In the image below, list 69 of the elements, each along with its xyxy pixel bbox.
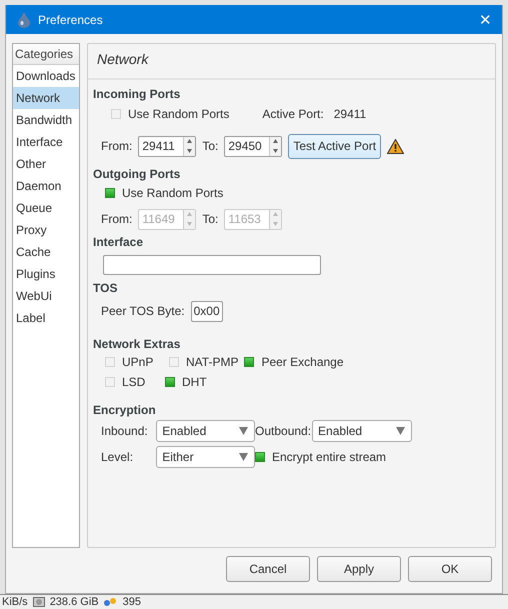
network-icon bbox=[104, 597, 118, 607]
tos-field[interactable]: 0x00 bbox=[190, 300, 223, 322]
dropdown[interactable]: Enabled bbox=[156, 420, 255, 442]
checkbox-label: Encrypt entire stream bbox=[272, 450, 386, 464]
interface-field[interactable] bbox=[103, 255, 321, 275]
spinner-label: To: bbox=[202, 139, 218, 153]
category-item[interactable]: Daemon bbox=[13, 175, 79, 197]
down-arrow-icon[interactable] bbox=[273, 148, 278, 153]
caret-icon bbox=[396, 427, 406, 435]
section-heading: TOS bbox=[93, 280, 118, 296]
checkbox-label: DHT bbox=[182, 375, 207, 389]
active-port-value: 29411 bbox=[334, 107, 366, 121]
dropdown[interactable]: Enabled bbox=[312, 420, 412, 442]
dialog-button[interactable]: OK bbox=[408, 556, 492, 582]
section-heading: Outgoing Ports bbox=[93, 166, 182, 182]
category-item[interactable]: WebUi bbox=[13, 285, 79, 307]
checkbox-label: UPnP bbox=[122, 355, 154, 369]
section-heading: Network Extras bbox=[93, 336, 182, 352]
section-heading: Encryption bbox=[93, 402, 157, 418]
category-item[interactable]: Bandwidth bbox=[13, 109, 79, 131]
droplet-icon bbox=[18, 12, 30, 28]
window-title: Preferences bbox=[38, 12, 104, 26]
page-title: Network bbox=[96, 50, 150, 69]
checkbox-label: NAT-PMP bbox=[186, 355, 238, 369]
category-item[interactable]: Plugins bbox=[13, 263, 79, 285]
port-spinner[interactable]: 29450 bbox=[224, 136, 282, 156]
active-port-label: Active Port: bbox=[262, 107, 324, 121]
spinner-label: From: bbox=[101, 212, 132, 226]
spinner-label: To: bbox=[202, 212, 218, 226]
checkbox-label: Use Random Ports bbox=[122, 186, 224, 200]
category-item[interactable]: Interface bbox=[13, 131, 79, 153]
up-arrow-icon[interactable] bbox=[187, 139, 192, 144]
category-item[interactable]: Proxy bbox=[13, 219, 79, 241]
warning-icon bbox=[387, 138, 404, 154]
category-item[interactable]: Queue bbox=[13, 197, 79, 219]
speed-label: KiB/s bbox=[2, 596, 28, 608]
checkbox[interactable] bbox=[165, 377, 175, 387]
section-heading: Incoming Ports bbox=[93, 86, 182, 102]
section-heading: Interface bbox=[93, 234, 144, 250]
tos-label: Peer TOS Byte: bbox=[101, 304, 185, 318]
checkbox-label: LSD bbox=[122, 375, 146, 389]
column-header: Categories bbox=[13, 44, 79, 65]
caret-icon bbox=[239, 427, 248, 435]
disk-space-label: 238.6 GiB bbox=[50, 596, 99, 608]
category-item[interactable]: Label bbox=[13, 307, 79, 329]
close-button[interactable]: ✕ bbox=[479, 10, 492, 28]
connections-label: 395 bbox=[122, 596, 141, 608]
port-spinner[interactable]: 29411 bbox=[138, 136, 196, 156]
category-item[interactable]: Downloads bbox=[13, 65, 79, 87]
category-item[interactable]: Cache bbox=[13, 241, 79, 263]
checkbox-label: Peer Exchange bbox=[261, 355, 344, 369]
dialog-button[interactable]: Cancel bbox=[226, 556, 310, 582]
checkbox[interactable] bbox=[255, 452, 265, 462]
combo-label: Level: bbox=[101, 450, 134, 464]
spinner-label: From: bbox=[101, 139, 132, 153]
up-arrow-icon[interactable] bbox=[273, 139, 278, 144]
category-item[interactable]: Other bbox=[13, 153, 79, 175]
combo-label: Outbound: bbox=[255, 424, 312, 438]
test-port-button[interactable]: Test Active Port bbox=[288, 134, 382, 158]
dialog-button[interactable]: Apply bbox=[317, 556, 401, 582]
checkbox[interactable] bbox=[105, 188, 115, 198]
checkbox-label: Use Random Ports bbox=[128, 107, 230, 121]
dropdown[interactable]: Either bbox=[156, 446, 255, 468]
down-arrow-icon[interactable] bbox=[187, 148, 192, 153]
disk-icon bbox=[32, 597, 45, 607]
combo-label: Inbound: bbox=[101, 424, 149, 438]
category-item[interactable]: Network bbox=[13, 87, 79, 109]
checkbox[interactable] bbox=[244, 357, 254, 367]
caret-icon bbox=[239, 453, 248, 461]
